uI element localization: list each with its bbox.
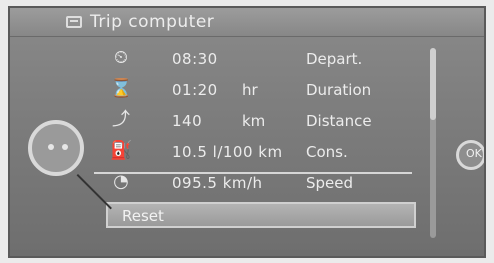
depart-label: Depart. bbox=[306, 50, 363, 68]
speed-label: Speed bbox=[306, 174, 354, 192]
route-icon: ⤴ bbox=[112, 109, 130, 130]
reset-button[interactable]: Reset bbox=[106, 202, 416, 228]
title-bar: Trip computer bbox=[10, 8, 484, 37]
row-distance[interactable]: ⤴ 140 km Distance bbox=[106, 106, 416, 137]
row-consumption[interactable]: ⛽ 10.5 l/100 km Cons. bbox=[106, 137, 416, 168]
right-side-button[interactable]: OK bbox=[456, 140, 484, 170]
fuel-pump-icon: ⛽ bbox=[110, 140, 133, 161]
consumption-value: 10.5 l/100 km bbox=[172, 143, 283, 161]
trip-data-list: ⏲ 08:30 Depart. ⌛ 01:20 hr Duration ⤴ 14… bbox=[94, 44, 416, 199]
distance-value: 140 bbox=[172, 112, 203, 130]
distance-label: Distance bbox=[306, 112, 372, 130]
right-button-label: OK bbox=[466, 147, 482, 160]
consumption-label: Cons. bbox=[306, 143, 348, 161]
scrollbar-thumb[interactable] bbox=[430, 48, 436, 120]
display-frame: Trip computer ⏲ 08:30 Depart. ⌛ 01:20 hr… bbox=[0, 0, 494, 263]
hourglass-icon: ⌛ bbox=[110, 78, 133, 99]
row-speed[interactable]: ◔ 095.5 km/h Speed bbox=[106, 168, 416, 199]
controller-knob[interactable] bbox=[28, 120, 84, 176]
reset-label: Reset bbox=[122, 207, 164, 225]
distance-unit: km bbox=[242, 112, 266, 130]
row-duration[interactable]: ⌛ 01:20 hr Duration bbox=[106, 75, 416, 106]
page-title: Trip computer bbox=[90, 12, 215, 32]
trip-computer-screen: Trip computer ⏲ 08:30 Depart. ⌛ 01:20 hr… bbox=[8, 6, 486, 258]
speedometer-icon: ◔ bbox=[113, 171, 129, 192]
duration-label: Duration bbox=[306, 81, 372, 99]
clock-depart-icon: ⏲ bbox=[113, 47, 129, 68]
trip-computer-icon bbox=[66, 16, 82, 28]
controller-dots-icon bbox=[48, 144, 68, 152]
duration-value: 01:20 bbox=[172, 81, 218, 99]
depart-value: 08:30 bbox=[172, 50, 218, 68]
speed-value: 095.5 km/h bbox=[172, 174, 263, 192]
duration-unit: hr bbox=[242, 81, 258, 99]
row-depart[interactable]: ⏲ 08:30 Depart. bbox=[106, 44, 416, 75]
